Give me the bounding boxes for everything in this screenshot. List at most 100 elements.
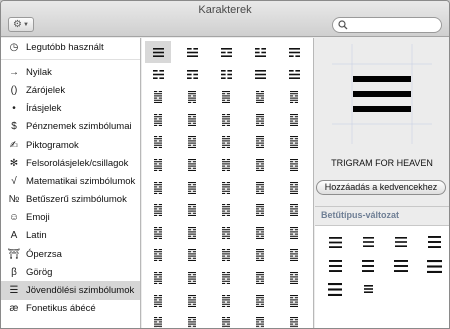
character-cell[interactable] [213,199,239,221]
character-cell[interactable] [247,244,273,266]
character-cell[interactable] [213,86,239,108]
character-cell[interactable] [145,177,171,199]
character-cell[interactable] [145,290,171,312]
font-variation-header[interactable]: Betűtípus-változat [321,210,399,220]
character-cell[interactable] [213,131,239,153]
trigram-heaven-icon [328,260,342,272]
character-cell[interactable] [281,290,307,312]
character-cell[interactable] [145,109,171,131]
font-variation-cell[interactable] [389,232,413,252]
character-cell[interactable] [213,222,239,244]
add-to-favorites-button[interactable]: Hozzáadás a kedvencekhez [316,180,446,195]
sidebar-item[interactable]: () Zárójelek [1,81,140,99]
search-input[interactable] [332,17,442,33]
symbol-glyph-icon [154,181,162,194]
character-cell[interactable] [145,86,171,108]
character-cell[interactable] [247,312,273,328]
character-cell[interactable] [213,244,239,266]
character-cell[interactable] [179,131,205,153]
character-cell[interactable] [213,312,239,328]
character-cell[interactable] [247,109,273,131]
character-cell[interactable] [247,290,273,312]
character-cell[interactable] [247,64,273,86]
character-cell[interactable] [281,41,307,63]
font-variation-cell[interactable] [323,279,347,299]
character-cell[interactable] [213,154,239,176]
character-cell[interactable] [179,222,205,244]
character-cell[interactable] [179,64,205,86]
sidebar-item[interactable]: ◷ Legutóbb használt [1,38,140,56]
character-cell[interactable] [281,131,307,153]
trigram-heaven-icon [362,260,374,272]
window-title: Karakterek [198,4,252,16]
sidebar-item[interactable]: № Betűszerű szimbólumok [1,191,140,209]
character-cell[interactable] [281,109,307,131]
character-cell[interactable] [179,177,205,199]
character-cell[interactable] [179,109,205,131]
character-cell[interactable] [145,199,171,221]
sidebar-item[interactable]: ☰ Jövendölési szimbólumok [1,281,140,300]
character-cell[interactable] [179,86,205,108]
character-cell[interactable] [213,41,239,63]
character-cell[interactable] [247,131,273,153]
character-cell[interactable] [145,312,171,328]
font-variation-cell[interactable] [422,256,446,276]
character-cell[interactable] [213,109,239,131]
sidebar-item[interactable]: • Írásjelek [1,100,140,118]
character-cell[interactable] [281,199,307,221]
font-variation-cell[interactable] [323,232,347,252]
character-cell[interactable] [179,290,205,312]
character-cell[interactable] [179,267,205,289]
character-cell[interactable] [281,222,307,244]
sidebar-item-label: Írásjelek [26,103,62,115]
character-cell[interactable] [179,312,205,328]
character-cell[interactable] [281,312,307,328]
sidebar-item[interactable]: √ Matematikai szimbólumok [1,172,140,190]
character-cell[interactable] [145,154,171,176]
sidebar-item[interactable]: æ Fonetikus ábécé [1,300,140,318]
character-cell[interactable] [213,267,239,289]
font-variation-cell[interactable] [356,232,380,252]
character-cell[interactable] [179,244,205,266]
action-menu-button[interactable]: ⚙ ▼ [8,17,34,32]
sidebar-item[interactable]: ⛩ Óperzsa [1,245,140,263]
character-cell[interactable] [213,177,239,199]
character-cell[interactable] [145,131,171,153]
character-cell[interactable] [281,244,307,266]
sidebar-item[interactable]: ☺ Emoji [1,209,140,227]
character-cell[interactable] [247,267,273,289]
character-cell[interactable] [213,290,239,312]
character-cell[interactable] [145,41,171,63]
font-variation-cell[interactable] [422,232,446,252]
character-cell[interactable] [247,154,273,176]
font-variation-cell[interactable] [356,279,380,299]
font-variation-cell[interactable] [323,256,347,276]
sidebar-item[interactable]: A Latin [1,227,140,245]
character-cell[interactable] [247,41,273,63]
character-cell[interactable] [281,267,307,289]
font-variation-cell[interactable] [356,256,380,276]
character-cell[interactable] [281,154,307,176]
sidebar-item[interactable]: ✻ Felsorolásjelek/csillagok [1,154,140,172]
character-cell[interactable] [281,177,307,199]
character-cell[interactable] [281,86,307,108]
character-cell[interactable] [179,199,205,221]
character-cell[interactable] [247,177,273,199]
character-cell[interactable] [281,64,307,86]
character-cell[interactable] [179,154,205,176]
character-cell[interactable] [247,222,273,244]
character-cell[interactable] [247,199,273,221]
character-cell[interactable] [179,41,205,63]
sidebar-item[interactable]: β Görög [1,263,140,281]
character-cell[interactable] [145,267,171,289]
sidebar-item[interactable]: $ Pénznemek szimbólumai [1,118,140,136]
character-cell[interactable] [145,244,171,266]
symbol-glyph-icon [290,91,298,104]
character-cell[interactable] [213,64,239,86]
sidebar-item[interactable]: ✍ Piktogramok [1,136,140,154]
character-cell[interactable] [145,222,171,244]
sidebar-item[interactable]: → Nyilak [1,63,140,81]
font-variation-cell[interactable] [389,256,413,276]
character-cell[interactable] [247,86,273,108]
character-cell[interactable] [145,64,171,86]
